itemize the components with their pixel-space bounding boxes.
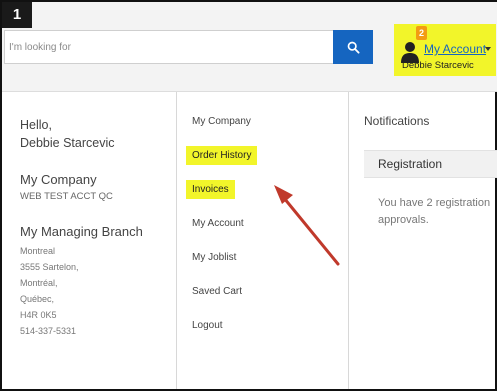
column-divider xyxy=(176,92,177,389)
greeting-hello: Hello, xyxy=(20,118,52,132)
branch-line: H4R 0K5 xyxy=(20,310,57,320)
column-divider xyxy=(348,92,349,389)
header-bar: 2 My Account Debbie Starcevic xyxy=(2,2,497,92)
search-input[interactable] xyxy=(4,30,334,64)
menu-item-my-account[interactable]: My Account xyxy=(186,214,250,233)
branch-line: Montréal, xyxy=(20,278,58,288)
screenshot-frame: 2 My Account Debbie Starcevic 1 Hello, D… xyxy=(0,0,497,391)
menu-item-my-joblist[interactable]: My Joblist xyxy=(186,248,242,267)
greeting-name: Debbie Starcevic xyxy=(20,136,115,150)
menu-item-order-history[interactable]: Order History xyxy=(186,146,258,165)
branch-line: 3555 Sartelon, xyxy=(20,262,79,272)
account-menu[interactable]: 2 My Account Debbie Starcevic xyxy=(394,24,496,76)
company-title: My Company xyxy=(20,172,97,187)
menu-item-logout[interactable]: Logout xyxy=(186,316,229,335)
my-account-link[interactable]: My Account xyxy=(424,42,486,56)
company-name: WEB TEST ACCT QC xyxy=(20,191,113,202)
chevron-down-icon[interactable] xyxy=(485,47,491,51)
search-button[interactable] xyxy=(333,30,373,64)
branch-line: Montreal xyxy=(20,246,56,256)
branch-address: Montreal 3555 Sartelon, Montréal, Québec… xyxy=(20,243,175,339)
menu-item-my-company[interactable]: My Company xyxy=(186,112,257,131)
branch-title: My Managing Branch xyxy=(20,224,143,239)
account-info-panel: Hello, Debbie Starcevic My Company WEB T… xyxy=(20,116,175,339)
registration-message: You have 2 registration approvals. xyxy=(378,197,491,226)
menu-item-invoices[interactable]: Invoices xyxy=(186,180,235,199)
search-icon xyxy=(347,41,360,54)
registration-header[interactable]: Registration xyxy=(364,150,497,178)
menu-item-saved-cart[interactable]: Saved Cart xyxy=(186,282,248,301)
step-number-badge: 1 xyxy=(2,2,32,28)
notifications-panel: Notifications xyxy=(364,114,497,128)
account-menu-list: My Company Order History Invoices My Acc… xyxy=(186,112,286,350)
notification-badge: 2 xyxy=(416,26,427,40)
notifications-title: Notifications xyxy=(364,114,430,128)
branch-line: Québec, xyxy=(20,294,55,304)
account-user-name: Debbie Starcevic xyxy=(402,60,474,71)
branch-phone: 514-337-5331 xyxy=(20,326,77,336)
